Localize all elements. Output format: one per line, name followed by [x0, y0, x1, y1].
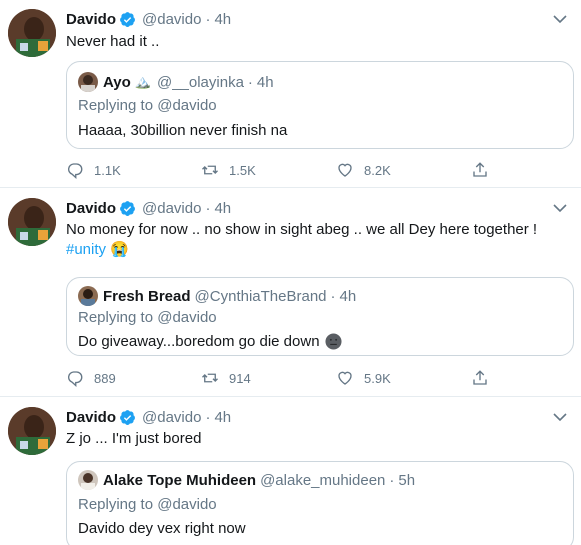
- author-name[interactable]: Davido: [66, 409, 116, 426]
- quoted-text: Haaaa, 30billion never finish na: [78, 122, 288, 139]
- author-handle[interactable]: @davido: [142, 200, 201, 217]
- tweet-actions: 1.1K 1.5K 8.2K: [66, 160, 506, 180]
- tweet-header: Davido @davido · 4h: [66, 198, 231, 218]
- separator: ·: [389, 471, 395, 489]
- separator: ·: [205, 199, 211, 217]
- quoted-tweet[interactable]: Ayo 🏔️ @__olayinka · 4h Replying to @dav…: [66, 61, 574, 149]
- reply-button[interactable]: 889: [66, 368, 201, 388]
- quoted-text-body: Do giveaway...boredom go die down: [78, 333, 320, 350]
- quoted-tweet[interactable]: Fresh Bread @CynthiaTheBrand · 4h Replyi…: [66, 277, 574, 356]
- replying-to: Replying to @davido: [78, 309, 217, 326]
- caret-down-icon[interactable]: [551, 410, 569, 424]
- retweet-button[interactable]: 914: [201, 368, 336, 388]
- verified-icon: [120, 11, 135, 27]
- avatar[interactable]: [8, 407, 56, 455]
- reply-button[interactable]: 1.1K: [66, 160, 201, 180]
- quoted-timestamp: 4h: [256, 73, 274, 91]
- verified-icon: [120, 200, 135, 216]
- neutral-face-icon: [325, 333, 342, 350]
- share-button[interactable]: [471, 368, 501, 388]
- avatar: [78, 470, 98, 490]
- tweet[interactable]: Davido @davido · 4h Never had it .. Ayo …: [0, 0, 581, 188]
- share-icon: [473, 370, 487, 385]
- quoted-timestamp: 4h: [339, 287, 357, 305]
- hashtag-link[interactable]: #unity: [66, 241, 106, 258]
- share-icon: [473, 162, 487, 177]
- quoted-tweet[interactable]: Alake Tope Muhideen @alake_muhideen · 5h…: [66, 461, 574, 545]
- replying-to: Replying to @davido: [78, 496, 217, 513]
- quoted-author-name: Fresh Bread: [103, 287, 191, 305]
- timestamp[interactable]: 4h: [214, 200, 231, 217]
- quoted-author-name: Ayo: [103, 73, 131, 91]
- like-count: 5.9K: [364, 370, 391, 386]
- reply-icon: [68, 163, 83, 179]
- like-button[interactable]: 8.2K: [336, 160, 471, 180]
- caret-down-icon[interactable]: [551, 12, 569, 26]
- avatar: [78, 72, 98, 92]
- author-handle[interactable]: @davido: [142, 409, 201, 426]
- author-name[interactable]: Davido: [66, 200, 116, 217]
- separator: ·: [247, 73, 253, 91]
- avatar: [78, 286, 98, 306]
- share-button[interactable]: [471, 160, 501, 180]
- tweet-text: Never had it ..: [66, 32, 159, 52]
- reply-count: 889: [94, 370, 116, 386]
- reply-count: 1.1K: [94, 162, 121, 178]
- timestamp[interactable]: 4h: [214, 11, 231, 28]
- separator: ·: [330, 287, 336, 305]
- retweet-count: 1.5K: [229, 162, 256, 178]
- avatar[interactable]: [8, 9, 56, 57]
- tweet-actions: 889 914 5.9K: [66, 368, 506, 388]
- tweet-header: Davido @davido · 4h: [66, 9, 231, 29]
- tweet[interactable]: Davido @davido · 4h Z jo ... I'm just bo…: [0, 398, 581, 545]
- timestamp[interactable]: 4h: [214, 409, 231, 426]
- badge-emoji: 🏔️: [134, 74, 151, 89]
- like-button[interactable]: 5.9K: [336, 368, 471, 388]
- quoted-author-name: Alake Tope Muhideen: [103, 471, 257, 489]
- quoted-tweet-header: Alake Tope Muhideen @alake_muhideen · 5h: [78, 470, 415, 490]
- retweet-icon: [202, 373, 218, 383]
- like-count: 8.2K: [364, 162, 391, 178]
- crying-emoji: 😭: [110, 241, 129, 258]
- avatar[interactable]: [8, 198, 56, 246]
- tweet-text-body: Never had it ..: [66, 33, 160, 50]
- tweet-text-body: Z jo ... I'm just bored: [66, 430, 202, 447]
- like-icon: [338, 371, 352, 385]
- quoted-author-handle: @alake_muhideen: [260, 471, 386, 489]
- quoted-timestamp: 5h: [398, 471, 416, 489]
- separator: ·: [205, 408, 211, 426]
- quoted-tweet-header: Ayo 🏔️ @__olayinka · 4h: [78, 72, 274, 92]
- replying-to: Replying to @davido: [78, 97, 217, 114]
- retweet-count: 914: [229, 370, 251, 386]
- quoted-text: Do giveaway...boredom go die down: [78, 333, 342, 350]
- like-icon: [338, 163, 352, 177]
- tweet-header: Davido @davido · 4h: [66, 407, 231, 427]
- quoted-author-handle: @__olayinka: [156, 73, 244, 91]
- tweet-text: Z jo ... I'm just bored: [66, 429, 201, 449]
- separator: ·: [205, 10, 211, 28]
- author-name[interactable]: Davido: [66, 11, 116, 28]
- verified-icon: [120, 409, 135, 425]
- tweet-text: No money for now .. no show in sight abe…: [66, 220, 566, 260]
- retweet-icon: [202, 165, 218, 175]
- reply-icon: [68, 371, 83, 387]
- tweet-text-body: No money for now .. no show in sight abe…: [66, 221, 538, 238]
- author-handle[interactable]: @davido: [142, 11, 201, 28]
- quoted-text: Davido dey vex right now: [78, 520, 246, 537]
- retweet-button[interactable]: 1.5K: [201, 160, 336, 180]
- quoted-tweet-header: Fresh Bread @CynthiaTheBrand · 4h: [78, 286, 356, 306]
- tweet[interactable]: Davido @davido · 4h No money for now .. …: [0, 189, 581, 397]
- caret-down-icon[interactable]: [551, 201, 569, 215]
- quoted-author-handle: @CynthiaTheBrand: [194, 287, 327, 305]
